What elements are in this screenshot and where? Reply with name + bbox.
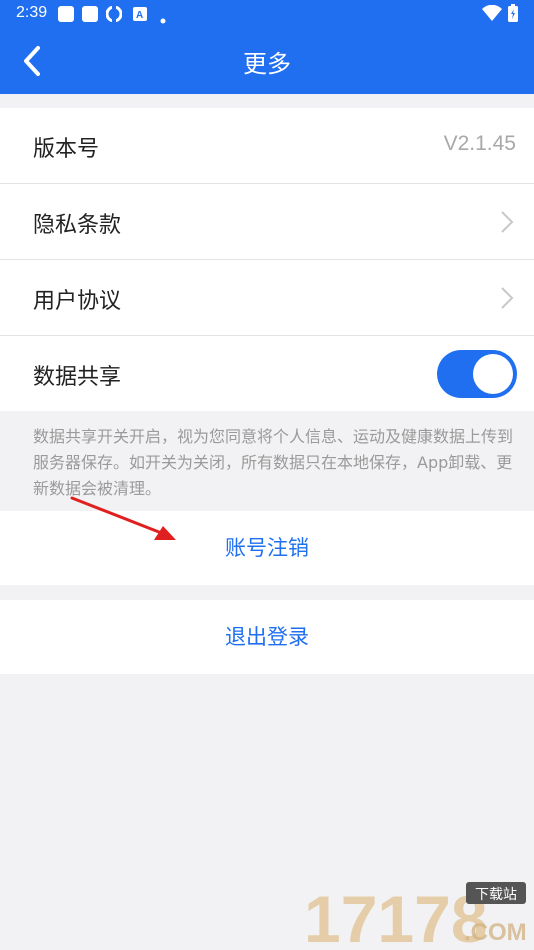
page-title: 更多 — [243, 50, 291, 78]
version-label: 版本号 — [33, 137, 100, 162]
notification-icon — [58, 6, 74, 27]
svg-text:A: A — [136, 10, 143, 21]
notification-icon — [82, 6, 98, 27]
dot-icon — [160, 11, 166, 29]
watermark-number: 17178 — [304, 882, 488, 946]
logout-button[interactable]: 退出登录 — [0, 600, 534, 674]
privacy-policy-label: 隐私条款 — [33, 213, 122, 238]
data-sharing-row: 数据共享 — [0, 336, 534, 411]
battery-icon — [508, 4, 518, 27]
version-value: V2.1.45 — [443, 132, 516, 155]
wifi-icon — [482, 4, 502, 26]
privacy-policy-row[interactable]: 隐私条款 — [0, 184, 534, 260]
cancel-account-label: 账号注销 — [225, 536, 309, 560]
toggle-knob — [473, 354, 513, 394]
user-agreement-row[interactable]: 用户协议 — [0, 260, 534, 336]
settings-list: 版本号 V2.1.45 隐私条款 用户协议 数据共享 — [0, 108, 534, 411]
version-row: 版本号 V2.1.45 — [0, 108, 534, 184]
sync-icon — [105, 5, 123, 27]
a-icon: A — [133, 6, 147, 27]
logout-label: 退出登录 — [225, 625, 309, 649]
annotation-arrow — [70, 496, 176, 540]
data-sharing-toggle[interactable] — [437, 350, 517, 398]
chevron-right-icon — [500, 286, 514, 310]
status-bar: 2:39 A — [0, 0, 534, 28]
data-sharing-note: 数据共享开关开启，视为您同意将个人信息、运动及健康数据上传到服务器保存。如开关为… — [33, 427, 514, 498]
site-watermark: 17178 下载站 .COM — [304, 882, 527, 946]
data-sharing-label: 数据共享 — [33, 365, 122, 390]
status-time: 2:39 — [16, 4, 48, 21]
user-agreement-label: 用户协议 — [33, 289, 122, 314]
watermark-domain: .COM — [464, 919, 527, 946]
watermark-site: 下载站 — [475, 887, 517, 903]
app-bar: 更多 — [0, 28, 534, 94]
chevron-right-icon — [500, 210, 514, 234]
